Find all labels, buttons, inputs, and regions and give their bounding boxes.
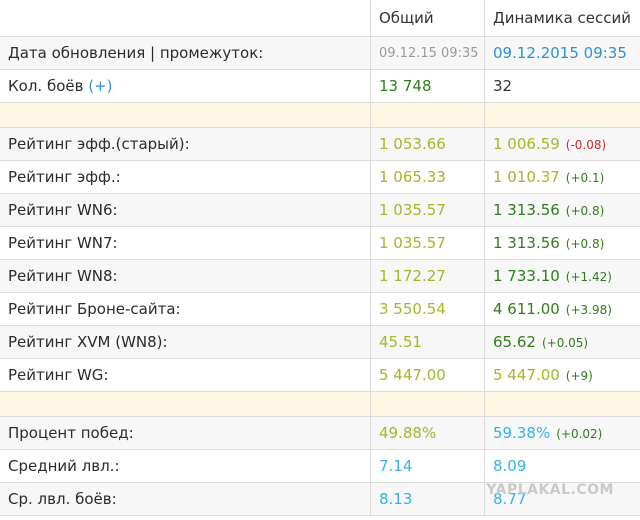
row-delta: (+0.8) — [565, 237, 605, 251]
row-session-cell: 1 010.37 (+0.1) — [484, 160, 640, 194]
watermark: YAPLAKAL.COM — [486, 482, 614, 498]
row-session: 65.62 — [493, 333, 536, 351]
row-delta: (+0.8) — [565, 204, 605, 218]
row-label: Ср. лвл. боёв: — [0, 482, 371, 516]
row-label: Процент побед: — [0, 416, 371, 450]
header-total: Общий — [370, 0, 485, 37]
row-total: 7.14 — [370, 449, 485, 483]
row-total: 1 035.57 — [370, 193, 485, 227]
section-separator — [0, 391, 640, 417]
row-label-cell: Кол. боёв (+) — [0, 69, 371, 103]
row-label: Рейтинг WN6: — [0, 193, 371, 227]
row-session: 4 611.00 — [493, 300, 560, 318]
row-total: 09.12.15 09:35 — [370, 36, 485, 70]
row-total: 49.88% — [370, 416, 485, 450]
row-session-cell: 1 006.59 (-0.08) — [484, 127, 640, 161]
row-label: Кол. боёв — [8, 77, 84, 95]
expand-battles-link[interactable]: (+) — [88, 77, 112, 95]
row-delta: (+1.42) — [565, 270, 612, 284]
table-row: Рейтинг XVM (WN8): 45.51 65.62 (+0.05) — [0, 325, 640, 359]
row-session-cell: 5 447.00 (+9) — [484, 358, 640, 392]
row-total: 13 748 — [370, 69, 485, 103]
row-label: Средний лвл.: — [0, 449, 371, 483]
row-session: 59.38% — [493, 424, 551, 442]
row-session: 8.09 — [484, 449, 640, 483]
table-row: Кол. боёв (+) 13 748 32 — [0, 69, 640, 103]
table-row: Рейтинг Броне-сайта: 3 550.54 4 611.00 (+… — [0, 292, 640, 326]
row-label: Рейтинг XVM (WN8): — [0, 325, 371, 359]
table-row: Дата обновления | промежуток: 09.12.15 0… — [0, 36, 640, 70]
row-label: Дата обновления | промежуток: — [0, 36, 371, 70]
table-row: Процент побед: 49.88% 59.38% (+0.02) — [0, 416, 640, 450]
stats-table: Общий Динамика сессий Дата обновления | … — [0, 0, 640, 516]
row-delta: (+0.02) — [556, 427, 603, 441]
row-session: 1 313.56 — [493, 201, 560, 219]
header-label-cell — [0, 0, 371, 37]
row-session: 1 313.56 — [493, 234, 560, 252]
row-session: 1 006.59 — [493, 135, 560, 153]
row-session-cell: 1 733.10 (+1.42) — [484, 259, 640, 293]
row-total: 1 035.57 — [370, 226, 485, 260]
table-row: Рейтинг WN7: 1 035.57 1 313.56 (+0.8) — [0, 226, 640, 260]
row-total: 3 550.54 — [370, 292, 485, 326]
row-session: 5 447.00 — [493, 366, 560, 384]
row-total: 1 172.27 — [370, 259, 485, 293]
row-session: 1 733.10 — [493, 267, 560, 285]
row-delta: (-0.08) — [565, 138, 607, 152]
row-total: 45.51 — [370, 325, 485, 359]
table-row: Рейтинг WG: 5 447.00 5 447.00 (+9) — [0, 358, 640, 392]
row-label: Рейтинг эфф.(старый): — [0, 127, 371, 161]
row-delta: (+0.05) — [541, 336, 589, 350]
section-separator — [0, 102, 640, 128]
row-session: 09.12.2015 09:35 — [484, 36, 640, 70]
table-row: Средний лвл.: 7.14 8.09 — [0, 449, 640, 483]
table-header: Общий Динамика сессий — [0, 0, 640, 37]
row-total: 1 065.33 — [370, 160, 485, 194]
row-session: 32 — [484, 69, 640, 103]
table-row: Рейтинг эфф.(старый): 1 053.66 1 006.59 (… — [0, 127, 640, 161]
row-label: Рейтинг WG: — [0, 358, 371, 392]
row-total: 8.13 — [370, 482, 485, 516]
row-delta: (+0.1) — [565, 171, 605, 185]
table-row: Рейтинг эфф.: 1 065.33 1 010.37 (+0.1) — [0, 160, 640, 194]
row-session: 1 010.37 — [493, 168, 560, 186]
row-label: Рейтинг WN8: — [0, 259, 371, 293]
row-label: Рейтинг WN7: — [0, 226, 371, 260]
row-delta: (+3.98) — [565, 303, 612, 317]
row-total: 1 053.66 — [370, 127, 485, 161]
row-label: Рейтинг эфф.: — [0, 160, 371, 194]
row-total: 5 447.00 — [370, 358, 485, 392]
row-session-cell: 1 313.56 (+0.8) — [484, 193, 640, 227]
row-session-cell: 1 313.56 (+0.8) — [484, 226, 640, 260]
header-session: Динамика сессий — [484, 0, 640, 37]
table-row: Рейтинг WN8: 1 172.27 1 733.10 (+1.42) — [0, 259, 640, 293]
row-delta: (+9) — [565, 369, 593, 383]
row-label: Рейтинг Броне-сайта: — [0, 292, 371, 326]
row-session-cell: 65.62 (+0.05) — [484, 325, 640, 359]
row-session-cell: 59.38% (+0.02) — [484, 416, 640, 450]
row-session-cell: 4 611.00 (+3.98) — [484, 292, 640, 326]
table-row: Рейтинг WN6: 1 035.57 1 313.56 (+0.8) — [0, 193, 640, 227]
